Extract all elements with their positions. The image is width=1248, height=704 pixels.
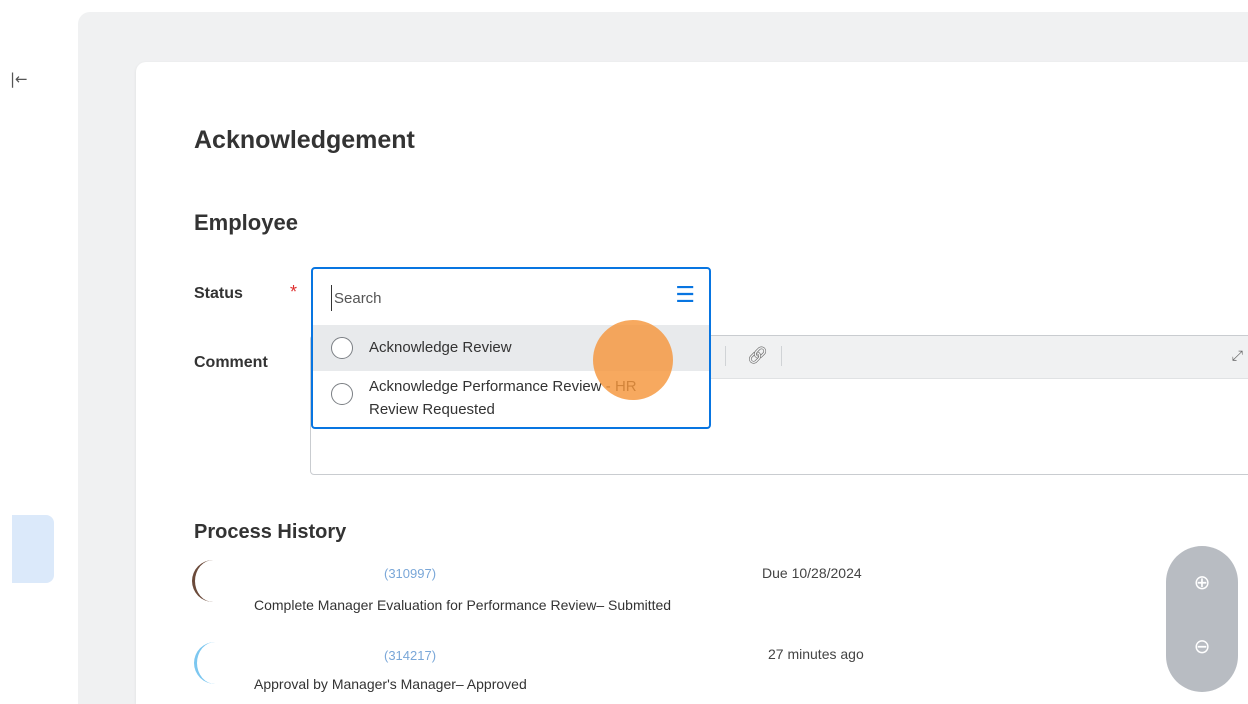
zoom-controls: ⊕ ⊖	[1166, 546, 1238, 692]
avatar	[194, 642, 236, 684]
collapse-left-icon[interactable]: |←	[10, 70, 28, 88]
avatar	[192, 560, 234, 602]
left-rail: |←	[0, 12, 76, 704]
search-input[interactable]	[331, 285, 636, 311]
comment-label: Comment	[194, 354, 268, 371]
person-id: (314217)	[384, 648, 437, 663]
status-option[interactable]: Acknowledge Review	[313, 325, 709, 371]
history-timestamp: Due 10/28/2024	[762, 565, 862, 581]
required-indicator: *	[290, 282, 298, 302]
list-icon[interactable]: ☰	[675, 283, 695, 308]
status-option[interactable]: Acknowledge Performance Review - HR Revi…	[313, 371, 709, 427]
rail-active-item[interactable]	[12, 515, 54, 583]
option-label: Acknowledge Performance Review - HR	[369, 378, 637, 395]
status-label: Status	[194, 285, 243, 302]
option-label: Acknowledge Review	[369, 339, 512, 356]
history-timestamp: 27 minutes ago	[768, 646, 864, 662]
history-description: Approval by Manager's Manager– Approved	[254, 676, 527, 692]
history-description: Complete Manager Evaluation for Performa…	[254, 597, 672, 613]
zoom-in-icon[interactable]: ⊕	[1166, 570, 1238, 594]
search-row: ☰	[313, 269, 709, 326]
option-label: Review Requested	[369, 401, 495, 418]
radio-button[interactable]	[331, 383, 353, 405]
toolbar-divider	[781, 346, 782, 366]
zoom-out-icon[interactable]: ⊖	[1166, 634, 1238, 658]
status-dropdown[interactable]: ☰ Acknowledge Review Acknowledge Perform…	[311, 267, 711, 429]
person-id: (310997)	[384, 566, 437, 581]
section-title: Employee	[194, 210, 298, 235]
process-history-title: Process History	[194, 521, 347, 543]
attachment-icon[interactable]: 🔗︎	[747, 346, 769, 366]
expand-icon[interactable]: ⤢	[1232, 348, 1243, 364]
page-title: Acknowledgement	[194, 126, 415, 154]
radio-button[interactable]	[331, 337, 353, 359]
toolbar-divider	[725, 346, 726, 366]
